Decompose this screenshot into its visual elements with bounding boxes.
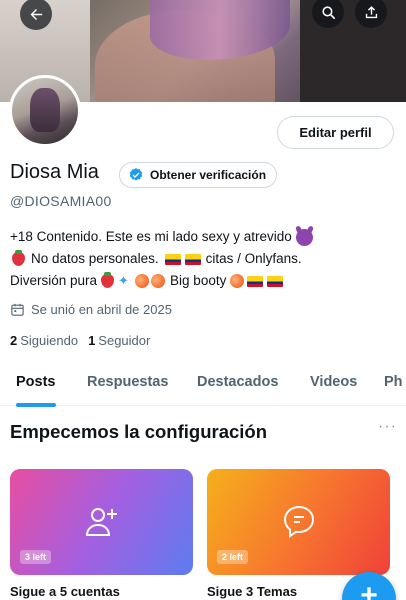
user-handle: @DIOSAMIA00 [10,193,112,209]
calendar-icon [11,303,24,316]
share-icon [365,5,377,18]
followers-label: Seguidor [98,333,151,348]
sweat-droplets-icon: ✦ [118,273,129,288]
joined-text: Se unió en abril de 2025 [31,302,172,317]
followers-count: 1 [88,333,96,348]
add-person-icon [85,508,117,536]
get-verified-label: Obtener verificación [150,168,267,182]
edit-profile-button[interactable]: Editar perfil [277,116,394,149]
strawberry-icon [101,272,115,288]
avatar[interactable] [9,75,81,147]
peach-icon [230,274,245,288]
remaining-badge: 3 left [20,550,52,564]
topic-bubble-icon [283,505,314,538]
strawberry-icon [12,250,25,266]
display-name: Diosa Mia [10,161,99,183]
setup-card-follow-accounts[interactable]: 3 left [10,469,193,575]
bio-text-2a: No datos personales. [31,251,159,266]
arrow-left-icon [30,8,42,20]
following-count: 2 [10,333,18,348]
verified-badge-icon [129,168,143,181]
bio-text-3b: Big booty [170,273,227,288]
peach-icon [135,274,150,288]
avatar-figure [30,88,60,132]
colombia-flag-icon [267,275,284,287]
bio-text-1: +18 Contenido. Este es mi lado sexy y at… [10,229,292,244]
bio-line-1: +18 Contenido. Este es mi lado sexy y at… [10,226,402,248]
colombia-flag-icon [184,253,201,265]
profile-tabs: Posts Respuestas Destacados Videos Ph [0,366,406,407]
setup-card-label[interactable]: Sigue 3 Temas [207,584,297,599]
smiling-devil-icon [295,228,313,246]
more-options-button[interactable]: ··· [378,418,397,436]
get-verified-button[interactable]: Obtener verificación [119,162,278,188]
profile-bio: +18 Contenido. Este es mi lado sexy y at… [10,226,402,292]
tab-highlights[interactable]: Destacados [197,366,278,406]
setup-title: Empecemos la configuración [10,421,268,442]
bio-line-2: No datos personales. citas / Onlyfans. [10,248,402,270]
colombia-flag-icon [164,253,181,265]
compose-post-button[interactable]: + [342,572,396,600]
tab-photos[interactable]: Ph [384,366,403,406]
remaining-badge: 2 left [217,550,249,564]
search-icon [321,5,335,19]
bio-line-3: Diversión pura ✦ Big booty [10,270,402,292]
tab-replies[interactable]: Respuestas [87,366,168,406]
setup-card-follow-topics[interactable]: 2 left [207,469,390,575]
follow-stats: 2 Siguiendo 1 Seguidor [10,333,150,348]
bio-text-3a: Diversión pura [10,273,98,288]
tab-videos[interactable]: Videos [310,366,357,406]
following-link[interactable]: 2 Siguiendo [10,333,78,348]
peach-icon [151,274,166,288]
colombia-flag-icon [247,275,264,287]
following-label: Siguiendo [20,333,79,348]
plus-icon: + [360,579,378,600]
tab-posts[interactable]: Posts [16,366,56,407]
joined-date: Se unió en abril de 2025 [10,302,172,317]
setup-card-label[interactable]: Sigue a 5 cuentas [10,584,120,599]
bio-text-2b: citas / Onlyfans. [205,251,302,266]
followers-link[interactable]: 1 Seguidor [88,333,150,348]
